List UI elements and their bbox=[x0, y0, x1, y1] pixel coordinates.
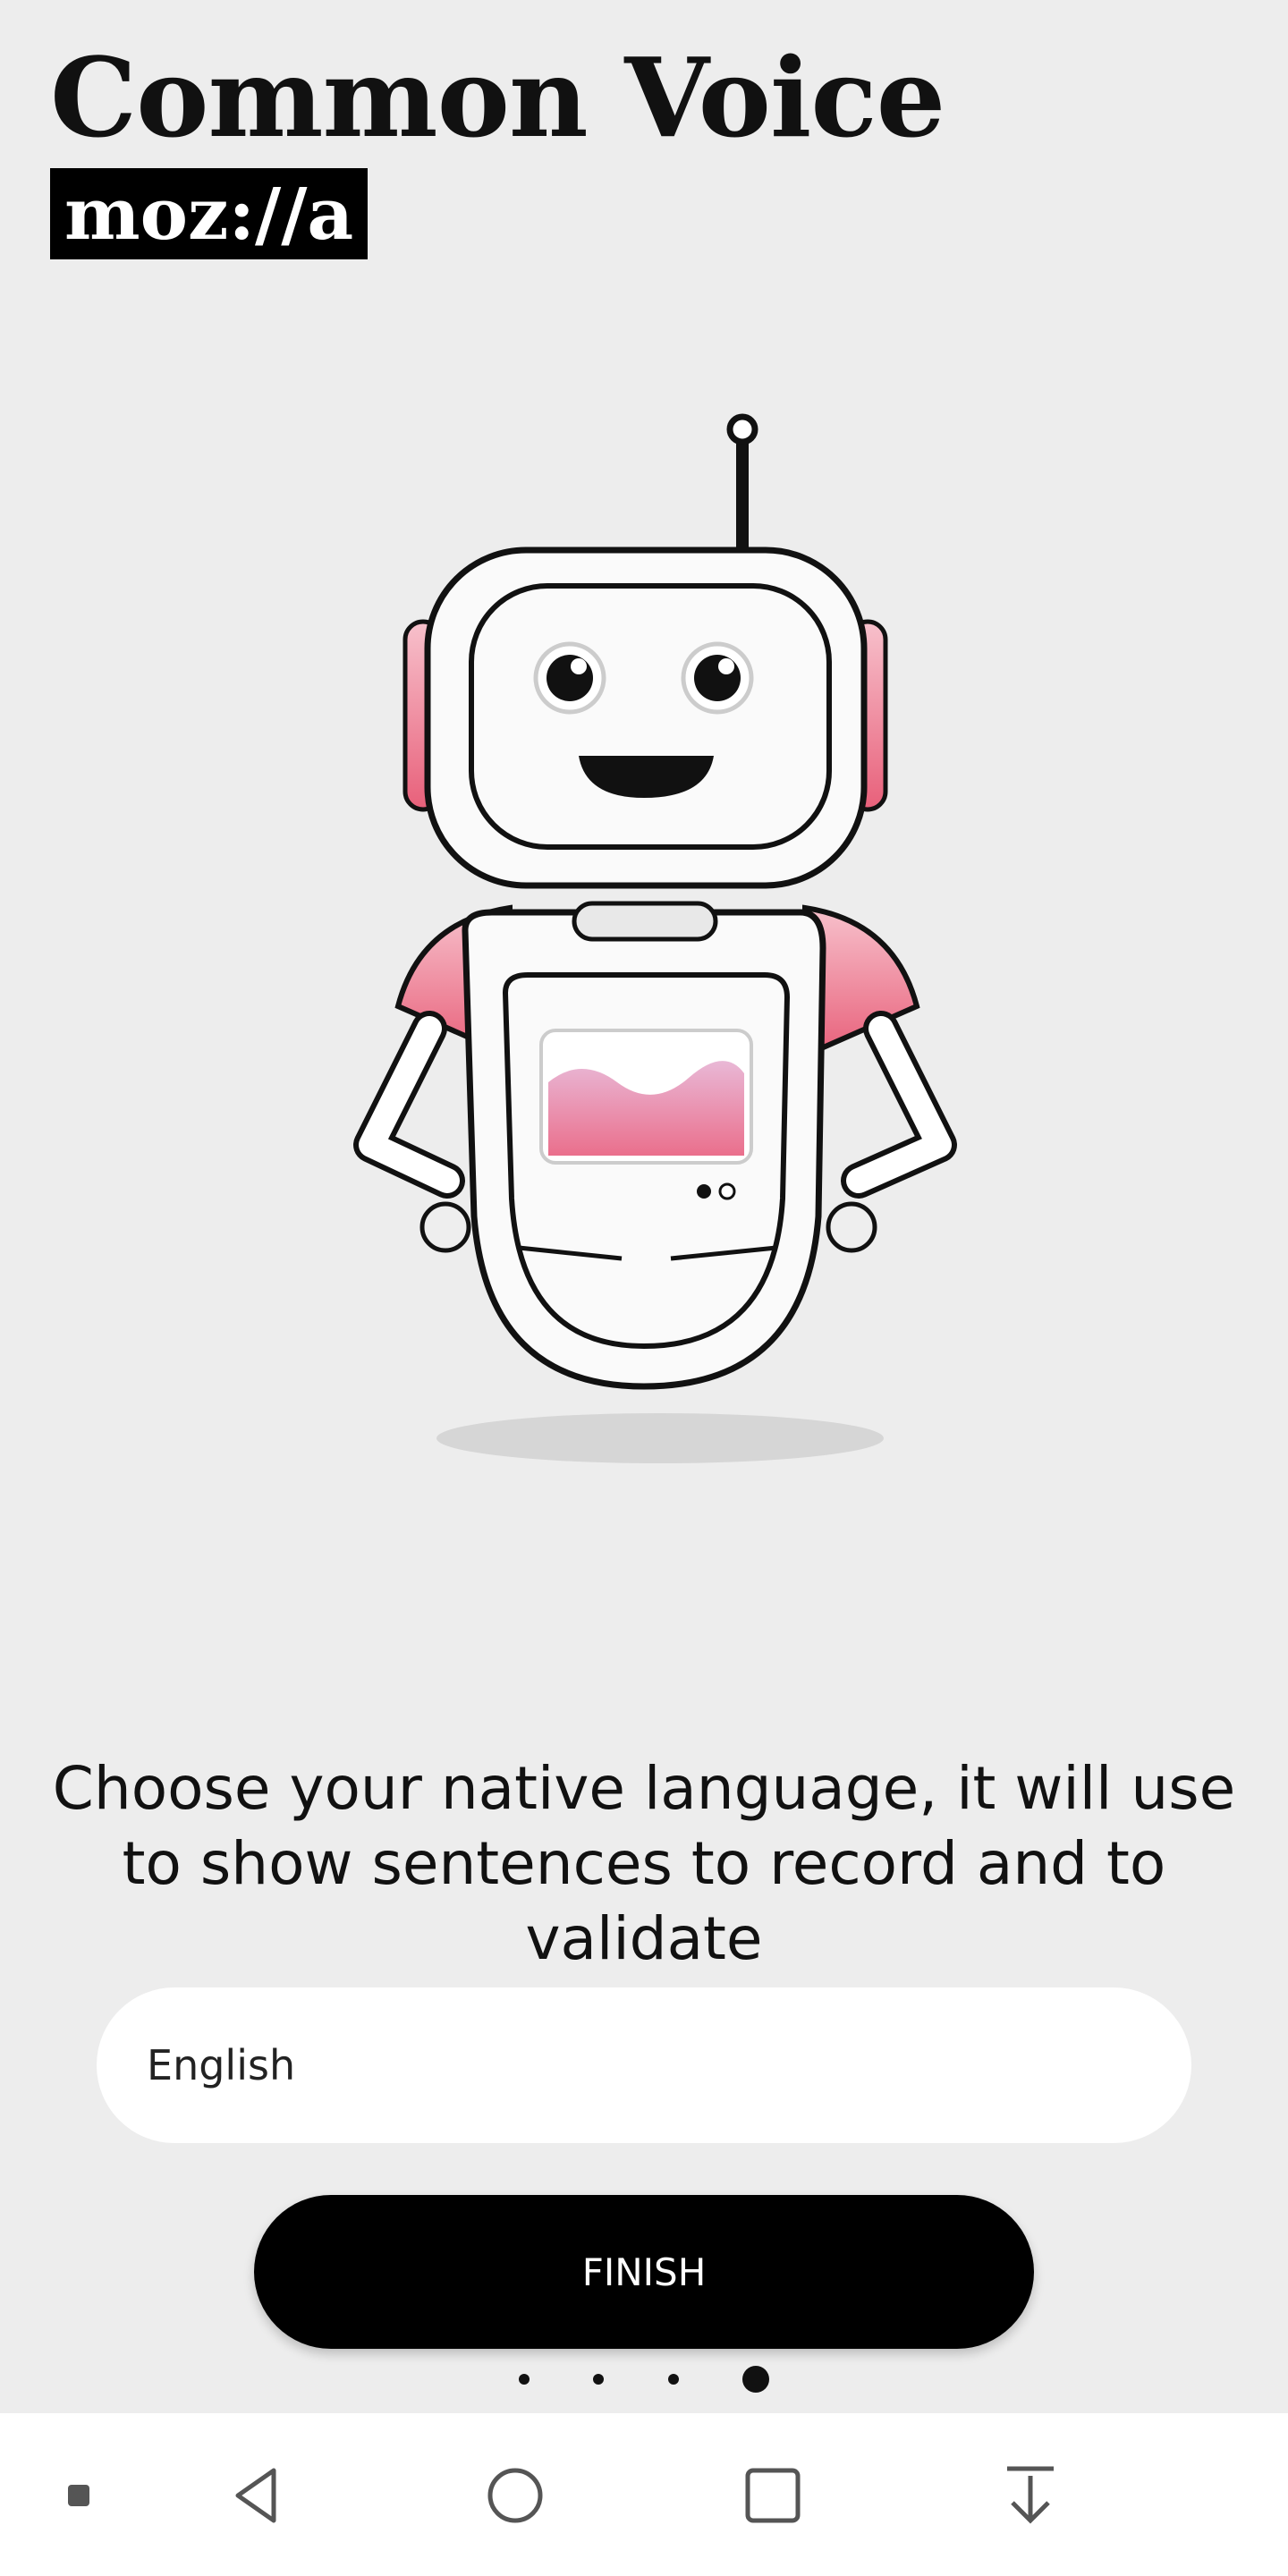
mozilla-logo: moz://a bbox=[50, 168, 369, 259]
page-dot bbox=[667, 2374, 679, 2385]
back-icon[interactable] bbox=[225, 2463, 290, 2528]
language-select-value: English bbox=[147, 2041, 296, 2089]
language-select[interactable]: English bbox=[97, 1987, 1191, 2143]
app-header: Common Voice moz://a bbox=[50, 39, 945, 259]
app-title: Common Voice bbox=[50, 33, 945, 162]
recents-icon[interactable] bbox=[741, 2463, 805, 2528]
robot-mascot-illustration bbox=[353, 413, 957, 1463]
page-dot bbox=[593, 2374, 605, 2385]
download-icon[interactable] bbox=[998, 2463, 1063, 2528]
language-prompt: Choose your native language, it will use… bbox=[52, 1754, 1236, 1973]
finish-button[interactable]: FINISH bbox=[254, 2195, 1034, 2349]
page-dot bbox=[519, 2374, 530, 2385]
menu-square-icon[interactable] bbox=[47, 2463, 111, 2528]
page-dot-active bbox=[741, 2366, 769, 2393]
system-navigation-bar bbox=[0, 2413, 1288, 2576]
page-indicator bbox=[519, 2361, 769, 2397]
finish-button-label: FINISH bbox=[581, 2250, 707, 2294]
home-icon[interactable] bbox=[483, 2463, 547, 2528]
